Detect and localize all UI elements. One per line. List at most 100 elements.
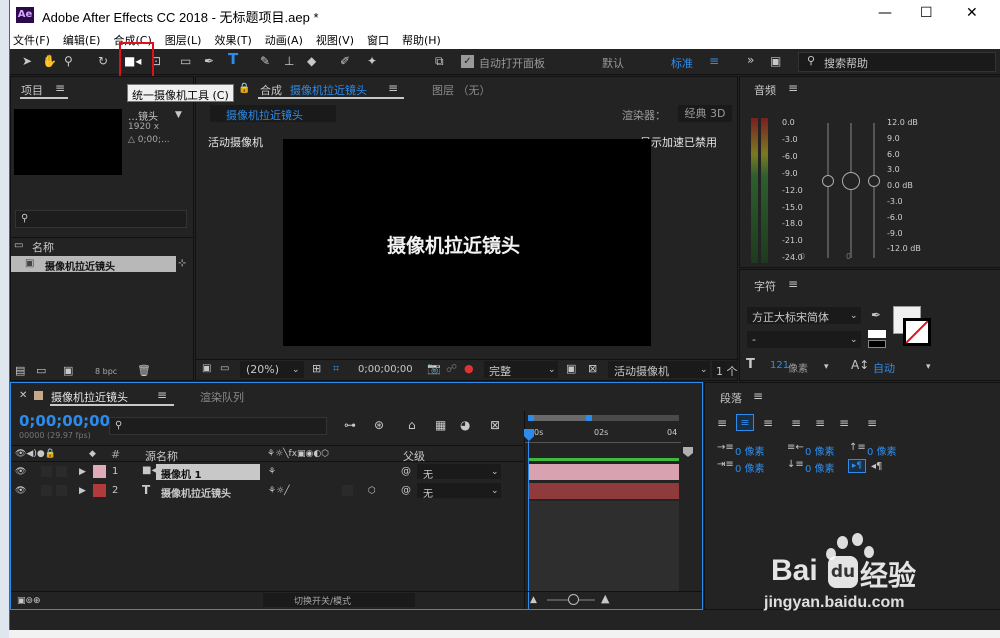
comp-marker-bin-icon[interactable] bbox=[683, 447, 693, 457]
justify-all-icon[interactable]: ≡ bbox=[867, 416, 877, 430]
leading-value[interactable]: 自动 bbox=[873, 360, 895, 376]
comp-tab-name[interactable]: 摄像机拉近镜头 bbox=[290, 82, 367, 98]
space-before-value[interactable]: 0 像素 bbox=[867, 443, 897, 458]
layer-switches-icons[interactable]: ⚘☼╱ bbox=[268, 484, 290, 498]
hand-tool-icon[interactable]: ✋ bbox=[42, 54, 57, 68]
visibility-eye-icon[interactable]: 👁 bbox=[15, 465, 26, 479]
menu-window[interactable]: 窗口 bbox=[367, 32, 389, 48]
audio-slider-left[interactable] bbox=[822, 175, 834, 187]
table-row[interactable]: 👁 ▶ 1 ■◂ 摄像机 1 ⚘ @ 无 ⌄ bbox=[11, 463, 526, 481]
pick-whip-icon[interactable]: @ bbox=[401, 465, 411, 479]
justify-last-right-icon[interactable]: ≡ bbox=[839, 416, 849, 430]
render-queue-tab[interactable]: 渲染队列 bbox=[200, 389, 244, 405]
project-search-input[interactable] bbox=[15, 210, 187, 228]
more-workspaces-icon[interactable]: » bbox=[747, 53, 754, 67]
col-parent[interactable]: 父级 bbox=[403, 448, 425, 464]
auto-open-checkbox[interactable]: ✓ bbox=[461, 55, 474, 68]
project-menu-icon[interactable]: ≡ bbox=[55, 81, 65, 95]
comp-lock-icon[interactable]: 🔒 bbox=[238, 82, 250, 96]
character-menu-icon[interactable]: ≡ bbox=[788, 277, 798, 291]
canvas-text-layer[interactable]: 摄像机拉近镜头 bbox=[387, 231, 520, 258]
justify-last-center-icon[interactable]: ≡ bbox=[815, 416, 825, 430]
rtl-direction-icon[interactable]: ◂¶ bbox=[871, 460, 882, 474]
pen-tool-icon[interactable]: ✒ bbox=[204, 54, 214, 68]
work-area-end-handle[interactable] bbox=[586, 415, 592, 421]
audio-slider-right[interactable] bbox=[868, 175, 880, 187]
timeline-tab[interactable]: 摄像机拉近镜头 bbox=[51, 389, 128, 405]
swatch-white-black[interactable] bbox=[868, 330, 886, 338]
shy-layers-icon[interactable]: ⌂ bbox=[408, 418, 416, 432]
rectangle-tool-icon[interactable]: ▭ bbox=[180, 54, 191, 68]
menu-animation[interactable]: 动画(A) bbox=[265, 32, 303, 48]
lock-box[interactable] bbox=[56, 485, 67, 496]
expand-triangle-icon[interactable]: ▶ bbox=[79, 484, 86, 498]
layer-viewer-tab[interactable]: 图层 （无） bbox=[432, 82, 491, 98]
toggle-switches-modes[interactable]: 切换开关/模式 bbox=[294, 594, 351, 607]
eyedropper-icon[interactable]: ✒ bbox=[871, 308, 881, 322]
workspace-standard[interactable]: 标准 bbox=[671, 55, 693, 71]
timeline-zoom-handle[interactable] bbox=[568, 594, 579, 605]
audio-menu-icon[interactable]: ≡ bbox=[788, 81, 798, 95]
snap-icon[interactable]: ⧉ bbox=[435, 54, 444, 68]
zoom-out-mountain-icon[interactable]: ▲ bbox=[530, 593, 537, 607]
motion-blur-icon[interactable]: ◕ bbox=[460, 418, 470, 432]
layer-label-color[interactable] bbox=[93, 465, 106, 478]
selection-tool-icon[interactable]: ➤ bbox=[22, 54, 32, 68]
workspace-menu-icon[interactable]: ≡ bbox=[709, 54, 719, 68]
brush-tool-icon[interactable]: ✎ bbox=[260, 54, 270, 68]
ltr-direction-button[interactable]: ▸¶ bbox=[848, 459, 866, 473]
indent-left-value[interactable]: 0 像素 bbox=[735, 443, 765, 458]
transparency-grid-icon[interactable]: ⌗ bbox=[333, 362, 339, 376]
expand-triangle-icon[interactable]: ▶ bbox=[79, 465, 86, 479]
search-toggle-icon[interactable]: ▣ bbox=[770, 54, 781, 68]
graph-editor-icon[interactable]: ⊠ bbox=[490, 418, 500, 432]
text-tool-icon[interactable]: T bbox=[228, 52, 238, 67]
visibility-eye-icon[interactable]: 👁 bbox=[15, 484, 26, 498]
new-folder-icon[interactable]: ▭ bbox=[36, 364, 46, 378]
work-area-start-handle[interactable] bbox=[528, 415, 534, 421]
monitor-icon[interactable]: ▭ bbox=[220, 362, 229, 376]
timeline-menu-icon[interactable]: ≡ bbox=[157, 388, 167, 402]
roto-brush-tool-icon[interactable]: ✐ bbox=[340, 54, 350, 68]
font-size-value[interactable]: 121 bbox=[770, 360, 789, 371]
leading-chevron-icon[interactable]: ▾ bbox=[926, 360, 931, 374]
layer-duration-bar[interactable] bbox=[529, 483, 679, 499]
project-col-name[interactable]: 名称 bbox=[32, 239, 54, 255]
flowchart-icon[interactable]: ⊹ bbox=[178, 257, 186, 271]
workspace-default[interactable]: 默认 bbox=[602, 55, 624, 71]
close-button[interactable]: ✕ bbox=[966, 5, 978, 21]
col-source-name[interactable]: 源名称 bbox=[145, 448, 178, 464]
align-right-icon[interactable]: ≡ bbox=[763, 416, 773, 430]
timeline-search-input[interactable] bbox=[109, 417, 327, 435]
comp-menu-icon[interactable]: ≡ bbox=[388, 81, 398, 95]
align-center-button[interactable]: ≡ bbox=[736, 414, 754, 431]
rotate-tool-icon[interactable]: ↻ bbox=[98, 54, 108, 68]
character-tab[interactable]: 字符 bbox=[754, 278, 776, 294]
3d-layer-box[interactable] bbox=[342, 485, 353, 496]
table-row[interactable]: 👁 ▶ 2 T 摄像机拉近镜头 ⚘☼╱ ⬡ @ 无 ⌄ bbox=[11, 482, 526, 500]
audio-tab[interactable]: 音频 bbox=[754, 82, 776, 98]
align-left-icon[interactable]: ≡ bbox=[717, 416, 727, 430]
first-line-indent-value[interactable]: 0 像素 bbox=[735, 460, 765, 475]
project-tab[interactable]: 项目 bbox=[21, 82, 43, 98]
frame-blending-icon[interactable]: ▦ bbox=[435, 418, 446, 432]
draft-3d-icon[interactable]: ⊛ bbox=[374, 418, 384, 432]
maximize-button[interactable]: ☐ bbox=[920, 5, 933, 21]
menu-help[interactable]: 帮助(H) bbox=[402, 32, 441, 48]
roi-icon[interactable]: ⊞ bbox=[312, 362, 321, 376]
color-channels-icon[interactable]: ● bbox=[464, 362, 474, 376]
menu-file[interactable]: 文件(F) bbox=[13, 32, 50, 48]
comp-breadcrumb[interactable]: 摄像机拉近镜头 bbox=[226, 107, 303, 123]
always-preview-icon[interactable]: ▣ bbox=[202, 362, 211, 376]
3d-cube-icon[interactable]: ⬡ bbox=[368, 484, 376, 498]
paragraph-tab[interactable]: 段落 bbox=[720, 390, 742, 406]
comp-info-dropdown-icon[interactable]: ▼ bbox=[175, 108, 182, 122]
swatch-black[interactable] bbox=[868, 340, 886, 348]
zoom-in-mountain-icon[interactable]: ▲ bbox=[601, 592, 609, 606]
layer-name[interactable]: 摄像机 1 bbox=[161, 466, 201, 481]
zoom-tool-icon[interactable]: ⚲ bbox=[64, 54, 73, 68]
menu-edit[interactable]: 编辑(E) bbox=[63, 32, 101, 48]
fast-preview-icon[interactable]: ▣ bbox=[566, 362, 576, 376]
lock-box[interactable] bbox=[56, 466, 67, 477]
snapshot-camera-icon[interactable]: 📷 bbox=[427, 362, 441, 376]
